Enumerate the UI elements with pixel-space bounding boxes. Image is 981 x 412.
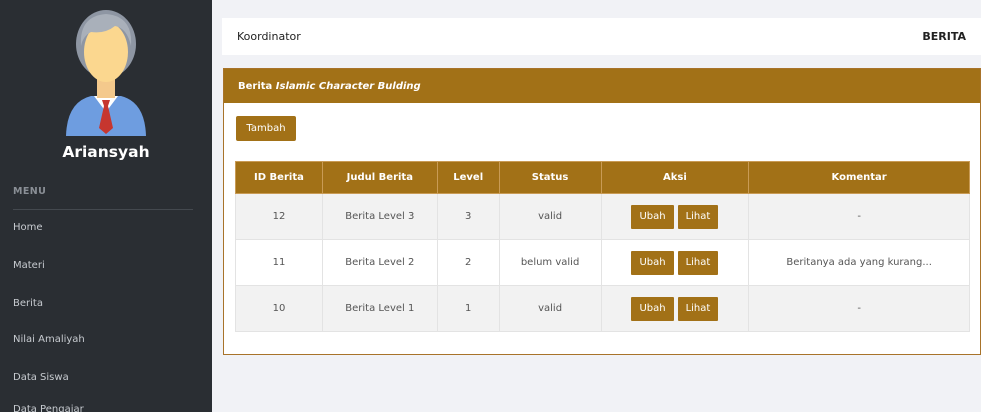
cell-level: 1 [436, 285, 500, 332]
column-header-komentar: Komentar [748, 161, 970, 194]
news-table: ID Berita Judul Berita Level Status Aksi… [235, 161, 970, 332]
cell-id: 12 [235, 193, 323, 240]
cell-status: valid [498, 193, 602, 240]
cell-aksi: Ubah Lihat [600, 285, 750, 332]
column-header-level: Level [436, 161, 500, 194]
column-header-judul: Judul Berita [321, 161, 438, 194]
edit-button[interactable]: Ubah [631, 204, 674, 229]
column-header-id: ID Berita [235, 161, 323, 194]
sidebar-item-home[interactable]: Home [13, 222, 43, 233]
cell-komentar: Beritanya ada yang kurang... [748, 239, 970, 286]
panel-title: Berita Islamic Character Bulding [238, 81, 421, 92]
sidebar-item-materi[interactable]: Materi [13, 260, 45, 271]
sidebar-item-nilai-amaliyah[interactable]: Nilai Amaliyah [13, 334, 85, 345]
column-header-status: Status [498, 161, 602, 194]
sidebar-item-data-pengajar[interactable]: Data Pengajar [13, 404, 84, 412]
top-bar: Koordinator BERITA [222, 18, 981, 55]
role-label: Koordinator [237, 30, 301, 43]
cell-level: 3 [436, 193, 500, 240]
edit-button[interactable]: Ubah [631, 296, 674, 321]
table-row: 10 Berita Level 1 1 valid Ubah Lihat - [235, 285, 970, 332]
cell-level: 2 [436, 239, 500, 286]
sidebar-item-berita[interactable]: Berita [13, 298, 43, 309]
table-row: 11 Berita Level 2 2 belum valid Ubah Liha… [235, 239, 970, 286]
news-panel: Berita Islamic Character Bulding Tambah … [223, 68, 981, 355]
cell-id: 10 [235, 285, 323, 332]
user-name: Ariansyah [62, 143, 150, 161]
add-news-button[interactable]: Tambah [236, 116, 296, 141]
cell-judul: Berita Level 1 [321, 285, 438, 332]
cell-judul: Berita Level 3 [321, 193, 438, 240]
table-row: 12 Berita Level 3 3 valid Ubah Lihat - [235, 193, 970, 240]
column-header-aksi: Aksi [600, 161, 750, 194]
view-button[interactable]: Lihat [677, 250, 719, 275]
edit-button[interactable]: Ubah [631, 250, 674, 275]
menu-divider [13, 209, 193, 210]
cell-status: valid [498, 285, 602, 332]
sidebar-item-data-siswa[interactable]: Data Siswa [13, 372, 69, 383]
panel-title-prefix: Berita [238, 81, 276, 92]
cell-status: belum valid [498, 239, 602, 286]
cell-id: 11 [235, 239, 323, 286]
sidebar: Ariansyah MENU Home Materi Berita Nilai … [0, 0, 212, 412]
user-avatar-icon [66, 10, 146, 136]
panel-header: Berita Islamic Character Bulding [224, 69, 980, 103]
cell-aksi: Ubah Lihat [600, 239, 750, 286]
page-title: BERITA [922, 30, 966, 43]
view-button[interactable]: Lihat [677, 204, 719, 229]
table-header-row: ID Berita Judul Berita Level Status Aksi… [235, 161, 970, 194]
view-button[interactable]: Lihat [677, 296, 719, 321]
cell-komentar: - [748, 193, 970, 240]
cell-komentar: - [748, 285, 970, 332]
menu-title: MENU [13, 186, 47, 197]
cell-aksi: Ubah Lihat [600, 193, 750, 240]
panel-title-italic: Islamic Character Bulding [275, 81, 421, 92]
cell-judul: Berita Level 2 [321, 239, 438, 286]
